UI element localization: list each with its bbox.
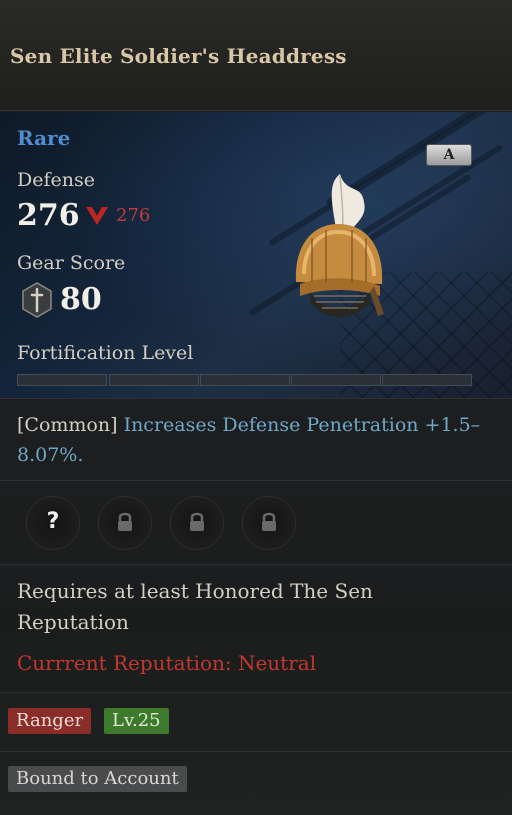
item-tooltip: Sen Elite Soldier's Headdress Rare A Def… xyxy=(0,0,512,815)
fortification-label: Fortification Level xyxy=(17,342,194,364)
defense-value: 276 xyxy=(17,198,80,233)
fortification-segment xyxy=(200,374,290,386)
defense-label: Defense xyxy=(17,169,95,191)
socket-slot[interactable] xyxy=(98,496,152,550)
rarity-label: Rare xyxy=(17,126,71,150)
grade-badge: A xyxy=(426,144,472,166)
effect-prefix: [Common] xyxy=(17,414,118,436)
fortification-segment xyxy=(109,374,199,386)
current-reputation: Currrent Reputation: Neutral xyxy=(17,651,317,675)
socket-slot[interactable] xyxy=(170,496,224,550)
item-effect: [Common] Increases Defense Penetration +… xyxy=(17,410,487,470)
divider xyxy=(0,751,512,752)
helmet-item-icon xyxy=(295,174,384,317)
divider xyxy=(0,398,512,399)
gear-score-value: 80 xyxy=(60,282,102,317)
item-name: Sen Elite Soldier's Headdress xyxy=(10,44,347,68)
fortification-segment xyxy=(17,374,107,386)
gear-score-icon xyxy=(22,282,52,318)
divider xyxy=(0,564,512,565)
question-icon: ? xyxy=(46,509,60,534)
binding-tag: Bound to Account xyxy=(8,766,187,792)
decrease-arrow-icon xyxy=(86,207,108,225)
tooltip-header: Sen Elite Soldier's Headdress xyxy=(0,0,512,111)
defense-compare-value: 276 xyxy=(116,205,151,226)
lock-icon xyxy=(190,512,204,531)
gear-score-label: Gear Score xyxy=(17,252,126,274)
divider xyxy=(0,692,512,693)
level-tag: Lv.25 xyxy=(104,708,169,734)
stats-panel: Rare A Defense 276 276 Gear Score 80 For… xyxy=(0,112,512,398)
lock-icon xyxy=(118,512,132,531)
requirement-text: Requires at least Honored The Sen Reputa… xyxy=(17,579,373,634)
class-tag: Ranger xyxy=(8,708,92,734)
lock-icon xyxy=(262,512,276,531)
socket-slot[interactable] xyxy=(242,496,296,550)
fortification-segment xyxy=(291,374,381,386)
fortification-segment xyxy=(382,374,472,386)
divider xyxy=(0,480,512,481)
socket-slot[interactable]: ? xyxy=(26,496,80,550)
